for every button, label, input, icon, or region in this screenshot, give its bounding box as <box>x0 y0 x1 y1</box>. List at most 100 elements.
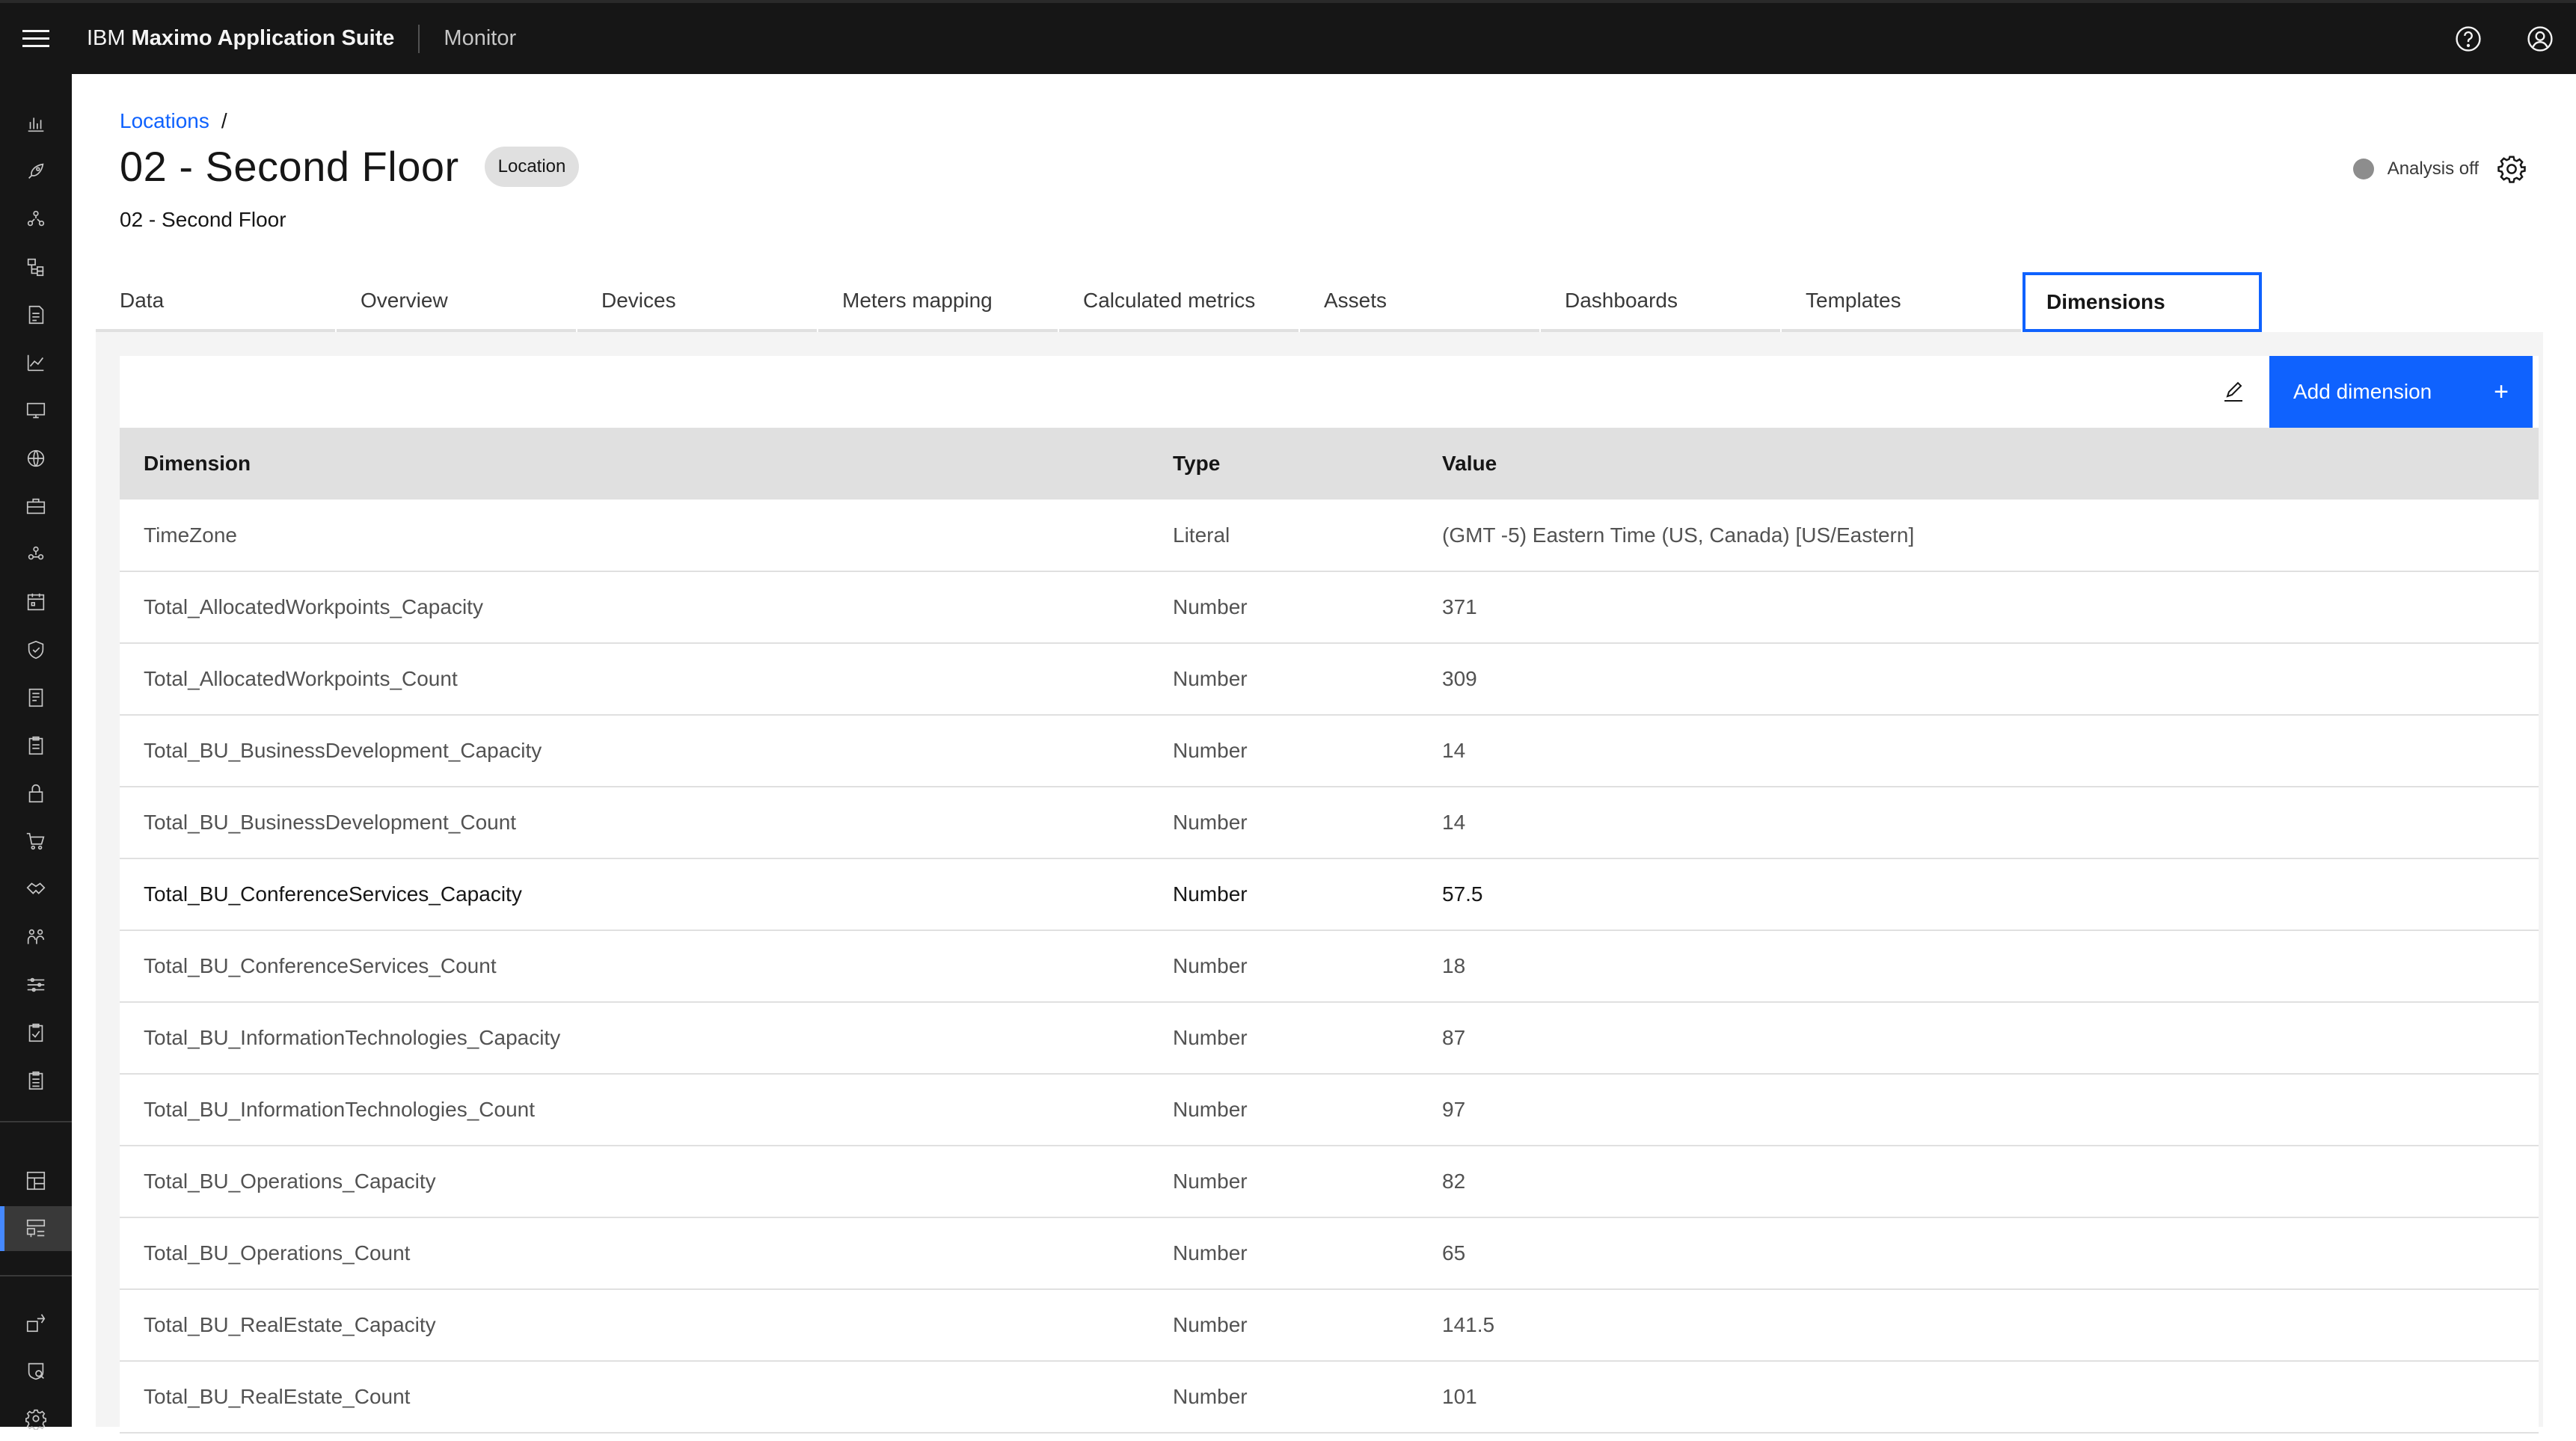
page-title: 02 - Second Floor <box>120 143 459 190</box>
header-actions <box>2432 3 2576 74</box>
security-icon <box>28 1362 44 1380</box>
cell-dimension: Total_BU_InformationTechnologies_Count <box>120 1074 1149 1146</box>
sidenav-item-network[interactable] <box>0 197 72 242</box>
settings-adjust-icon <box>27 977 45 992</box>
table-header-row: Dimension Type Value <box>120 428 2539 500</box>
sidenav-item-shield[interactable] <box>0 627 72 672</box>
sidenav-item-tree-view[interactable] <box>0 245 72 289</box>
sidenav-item-report[interactable] <box>0 292 72 337</box>
cell-value: 18 <box>1418 930 2539 1003</box>
clipboard-icon <box>28 736 43 755</box>
user-avatar-icon[interactable] <box>2504 3 2576 74</box>
cell-dimension: Total_BU_InformationTechnologies_Capacit… <box>120 1002 1149 1075</box>
product-name[interactable]: Monitor <box>444 26 516 51</box>
sidenav-item-lock[interactable] <box>0 771 72 816</box>
breadcrumb-separator: / <box>221 109 227 132</box>
sidenav-item-globe[interactable] <box>0 436 72 481</box>
sidenav-item-dashboard[interactable] <box>0 1158 72 1203</box>
sidenav-item-rocket[interactable] <box>0 149 72 194</box>
app-brand[interactable]: IBM Maximo Application Suite <box>72 26 394 51</box>
list-icon <box>28 1071 43 1090</box>
sidenav-item-monitor[interactable] <box>0 388 72 433</box>
help-icon[interactable] <box>2432 3 2504 74</box>
sidenav-item-users[interactable] <box>0 915 72 959</box>
tab-calculated-metrics[interactable]: Calculated metrics <box>1059 272 1298 332</box>
add-dimension-button[interactable]: Add dimension + <box>2269 356 2533 428</box>
cell-type: Number <box>1149 1217 1418 1290</box>
rocket-icon <box>28 163 44 179</box>
cell-value: 309 <box>1418 643 2539 716</box>
tab-dashboards[interactable]: Dashboards <box>1541 272 1780 332</box>
asset-icon <box>28 546 44 560</box>
cell-value: 101 <box>1418 1361 2539 1434</box>
table-row[interactable]: Total_BU_ConferenceServices_Count Number 1… <box>120 930 2539 1003</box>
page-subtitle: 02 - Second Floor <box>120 208 286 231</box>
sidenav-item-task[interactable] <box>0 1010 72 1055</box>
cell-type: Number <box>1149 1002 1418 1075</box>
top-header: IBM Maximo Application Suite Monitor <box>0 0 2576 74</box>
add-dimension-label: Add dimension <box>2293 380 2432 403</box>
table-row[interactable]: Total_BU_Operations_Count Number 65 <box>120 1217 2539 1290</box>
table-row[interactable]: Total_AllocatedWorkpoints_Count Number 309 <box>120 643 2539 716</box>
edit-button[interactable] <box>2198 356 2269 428</box>
dimensions-table: Dimension Type Value TimeZone Literal (GMT… <box>120 428 2539 1434</box>
tab-dimensions[interactable]: Dimensions <box>2023 272 2262 332</box>
table-row[interactable]: Total_BU_InformationTechnologies_Capacit… <box>120 1002 2539 1075</box>
monitor-icon <box>26 402 46 419</box>
header-divider <box>418 24 420 53</box>
sidenav-item-chart-bar[interactable] <box>0 101 72 146</box>
tab-templates[interactable]: Templates <box>1782 272 2021 332</box>
table-row[interactable]: Total_BU_BusinessDevelopment_Count Number… <box>120 787 2539 859</box>
cell-dimension: Total_BU_RealEstate_Count <box>120 1361 1149 1434</box>
brand-name: Maximo Application Suite <box>131 26 395 50</box>
sidenav-item-security[interactable] <box>0 1348 72 1393</box>
tab-meters-mapping[interactable]: Meters mapping <box>818 272 1058 332</box>
cell-value: 14 <box>1418 787 2539 859</box>
sidenav-item-list[interactable] <box>0 1058 72 1103</box>
cell-dimension: Total_BU_ConferenceServices_Capacity <box>120 858 1149 931</box>
document-icon <box>28 688 43 707</box>
sidenav-item-gear[interactable] <box>0 1396 72 1441</box>
page-title-row: 02 - Second Floor Location <box>120 142 580 191</box>
breadcrumb-link-locations[interactable]: Locations <box>120 109 209 133</box>
table-row[interactable]: Total_AllocatedWorkpoints_Capacity Number… <box>120 571 2539 644</box>
column-header-value[interactable]: Value <box>1418 428 2539 500</box>
cell-value: (GMT -5) Eastern Time (US, Canada) [US/E… <box>1418 500 2539 572</box>
cell-type: Number <box>1149 643 1418 716</box>
tab-overview[interactable]: Overview <box>337 272 576 332</box>
sidenav-item-cart[interactable] <box>0 819 72 864</box>
tab-data[interactable]: Data <box>96 272 335 332</box>
table-toolbar: Add dimension + <box>120 356 2539 428</box>
sidenav-item-handshake[interactable] <box>0 867 72 912</box>
add-icon: + <box>2494 377 2509 406</box>
sidenav-item-asset[interactable] <box>0 532 72 577</box>
table-row[interactable]: TimeZone Literal (GMT -5) Eastern Time (US… <box>120 500 2539 572</box>
sidenav-item-calendar[interactable] <box>0 580 72 624</box>
settings-gear-icon[interactable] <box>2497 154 2527 184</box>
sidenav-item-switch[interactable] <box>0 1300 72 1345</box>
cell-dimension: Total_AllocatedWorkpoints_Capacity <box>120 571 1149 644</box>
sidenav-item-clipboard[interactable] <box>0 723 72 768</box>
column-header-dimension[interactable]: Dimension <box>120 428 1149 500</box>
sidenav-item-hierarchy[interactable] <box>0 1206 72 1251</box>
tab-devices[interactable]: Devices <box>577 272 817 332</box>
sidenav-item-settings-adjust[interactable] <box>0 962 72 1007</box>
sidenav-item-toolbox[interactable] <box>0 484 72 529</box>
chart-line-icon <box>27 354 44 372</box>
cell-value: 141.5 <box>1418 1289 2539 1362</box>
cell-value: 97 <box>1418 1074 2539 1146</box>
sidenav-item-chart-line[interactable] <box>0 340 72 385</box>
table-row[interactable]: Total_BU_InformationTechnologies_Count Nu… <box>120 1074 2539 1146</box>
table-row[interactable]: Total_BU_RealEstate_Count Number 101 <box>120 1361 2539 1434</box>
table-row[interactable]: Total_BU_Operations_Capacity Number 82 <box>120 1146 2539 1218</box>
cell-type: Literal <box>1149 500 1418 572</box>
column-header-type[interactable]: Type <box>1149 428 1418 500</box>
menu-icon[interactable] <box>0 3 72 74</box>
tab-assets[interactable]: Assets <box>1300 272 1539 332</box>
table-row[interactable]: Total_BU_ConferenceServices_Capacity Numb… <box>120 858 2539 931</box>
table-row[interactable]: Total_BU_BusinessDevelopment_Capacity Num… <box>120 715 2539 787</box>
table-row[interactable]: Total_BU_RealEstate_Capacity Number 141.5 <box>120 1289 2539 1362</box>
cell-type: Number <box>1149 787 1418 859</box>
sidenav-item-document[interactable] <box>0 675 72 720</box>
cell-value: 65 <box>1418 1217 2539 1290</box>
